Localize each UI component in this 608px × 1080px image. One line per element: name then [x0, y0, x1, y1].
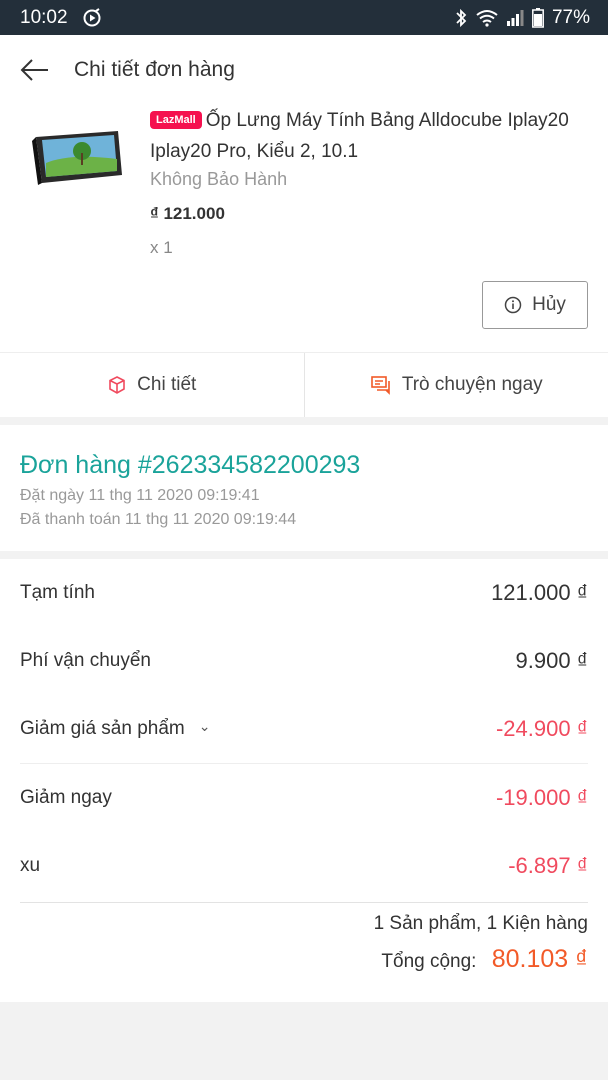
chat-icon [371, 376, 390, 395]
total-label: Tổng cộng: [381, 951, 477, 972]
cancel-button[interactable]: Hủy [482, 281, 588, 329]
info-icon [504, 296, 522, 314]
total-row: Tổng cộng: 80.103 ₫ [20, 945, 588, 974]
product-info: LazMall Ốp Lưng Máy Tính Bảng Alldocube I… [150, 105, 588, 258]
price-summary: Tạm tính 121.000 ₫ Phí vận chuyển 9.900 … [0, 559, 608, 1002]
package-icon [109, 376, 125, 394]
chat-button[interactable]: Trò chuyện ngay [303, 353, 608, 417]
product-thumbnail[interactable] [30, 123, 126, 189]
product-discount-label: Giảm giá sản phẩm [20, 718, 185, 739]
details-button[interactable]: Chi tiết [0, 353, 304, 417]
order-paid-date: Đã thanh toán 11 thg 11 2020 09:19:44 [20, 511, 297, 528]
arrow-left-icon [20, 59, 48, 81]
product-price: ₫ 121.000 [150, 204, 225, 223]
product-variant: Không Bảo Hành [150, 169, 288, 189]
battery-icon [532, 7, 544, 28]
chat-label: Trò chuyện ngay [401, 374, 543, 395]
product-title-text: Ốp Lưng Máy Tính Bảng Alldocube Iplay20 … [150, 110, 569, 162]
shipping-label: Phí vận chuyển [20, 650, 151, 671]
shipping-row: Phí vận chuyển 9.900 ₫ [20, 627, 588, 695]
status-bar: 10:02 77% [0, 0, 608, 35]
instant-discount-row: Giảm ngay -19.000 ₫ [20, 763, 588, 832]
action-row: Chi tiết Trò chuyện ngay [0, 352, 608, 417]
shipping-value: 9.900 ₫ [515, 648, 588, 673]
product-quantity: x 1 [150, 238, 173, 257]
cancel-label: Hủy [532, 294, 566, 315]
battery-level: 77% [551, 6, 590, 28]
back-button[interactable] [20, 54, 52, 86]
order-info: Đơn hàng #262334582200293 Đặt ngày 11 th… [0, 425, 608, 551]
details-label: Chi tiết [137, 374, 197, 395]
app-header: Chi tiết đơn hàng [0, 35, 608, 105]
summary-divider [20, 902, 588, 903]
media-icon [82, 7, 102, 28]
clock: 10:02 [20, 6, 68, 28]
chevron-down-icon[interactable]: ⌄ [199, 718, 211, 735]
signal-icon [506, 9, 524, 27]
page-title: Chi tiết đơn hàng [74, 58, 235, 81]
order-number: Đơn hàng #262334582200293 [20, 451, 361, 479]
instant-discount-label: Giảm ngay [20, 787, 112, 808]
bluetooth-icon [454, 8, 468, 28]
total-value: 80.103 ₫ [491, 945, 588, 973]
instant-discount-value: -19.000 ₫ [495, 785, 588, 810]
product-card[interactable]: LazMall Ốp Lưng Máy Tính Bảng Alldocube I… [0, 105, 608, 352]
product-discount-value: -24.900 ₫ [495, 716, 588, 741]
item-package-count: 1 Sản phẩm, 1 Kiện hàng [373, 913, 588, 934]
lazmall-badge: LazMall [150, 111, 202, 129]
order-placed-date: Đặt ngày 11 thg 11 2020 09:19:41 [20, 487, 260, 504]
coins-label: xu [20, 855, 41, 876]
subtotal-row: Tạm tính 121.000 ₫ [20, 559, 588, 627]
subtotal-label: Tạm tính [20, 582, 95, 603]
coins-value: -6.897 ₫ [508, 853, 588, 878]
coins-row: xu -6.897 ₫ [20, 832, 588, 900]
wifi-icon [476, 9, 498, 27]
subtotal-value: 121.000 ₫ [491, 580, 588, 605]
product-discount-row[interactable]: Giảm giá sản phẩm ⌄ -24.900 ₫ [20, 695, 588, 763]
product-title[interactable]: LazMall Ốp Lưng Máy Tính Bảng Alldocube I… [150, 105, 588, 167]
